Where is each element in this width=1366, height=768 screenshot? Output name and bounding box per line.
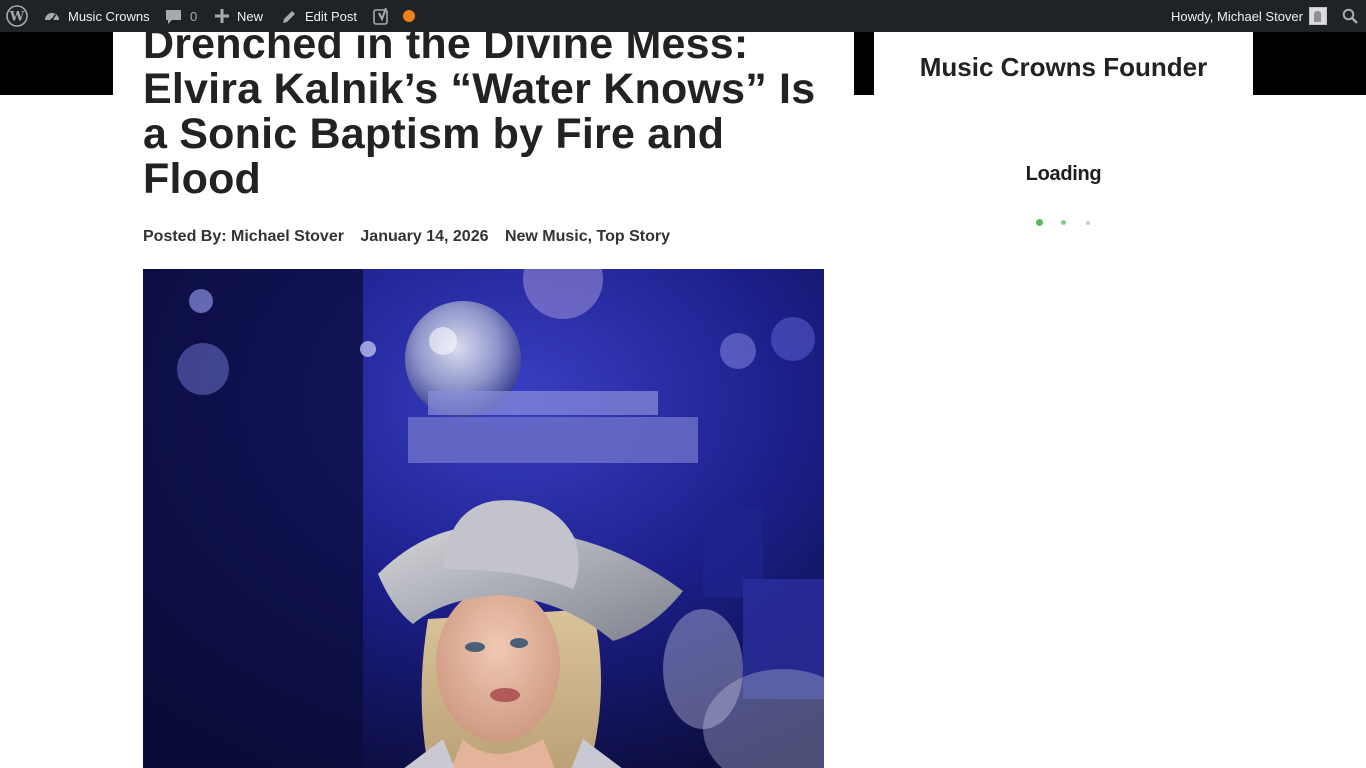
category-link-new-music[interactable]: New Music <box>505 228 588 245</box>
site-name-menu[interactable]: Music Crowns <box>43 0 150 32</box>
wp-logo-menu[interactable]: W <box>6 0 28 32</box>
yoast-icon <box>373 7 392 26</box>
yoast-menu[interactable] <box>373 0 415 32</box>
yoast-status-dot <box>403 10 415 22</box>
post-title: Drenched in the Divine Mess: Elvira Kaln… <box>143 32 816 203</box>
loading-label: Loading <box>1025 163 1102 185</box>
edit-post-link[interactable]: Edit Post <box>282 0 357 32</box>
post-author-link[interactable]: Posted By: Michael Stover <box>143 228 344 245</box>
widget-title: Music Crowns Founder <box>919 52 1208 82</box>
wordpress-icon: W <box>6 5 28 27</box>
new-label: New <box>237 8 264 24</box>
new-content-menu[interactable]: New <box>215 0 263 32</box>
header-band-right <box>1253 32 1366 95</box>
article: Drenched in the Divine Mess: Elvira Kaln… <box>113 32 854 768</box>
post-date: January 14, 2026 <box>360 228 489 245</box>
pencil-icon <box>282 9 297 24</box>
comment-icon <box>165 8 182 25</box>
plus-icon <box>215 9 229 23</box>
edit-post-label: Edit Post <box>305 8 358 24</box>
header-band-middle <box>854 32 874 95</box>
admin-search-button[interactable] <box>1342 0 1358 32</box>
category-link-top-story[interactable]: Top Story <box>597 228 670 245</box>
sidebar: Music Crowns Founder Loading <box>874 35 1253 768</box>
category-separator: , <box>587 228 597 245</box>
dashboard-icon <box>43 7 61 25</box>
howdy-greeting: Howdy, Michael Stover <box>1171 8 1303 24</box>
featured-photo-artwork <box>143 269 824 768</box>
comments-count: 0 <box>190 8 198 24</box>
loading-dot-2 <box>1061 220 1066 225</box>
header-band-left <box>0 32 113 95</box>
avatar <box>1309 7 1327 25</box>
featured-image <box>143 269 824 768</box>
search-icon <box>1342 8 1358 24</box>
loading-dot-3 <box>1086 221 1090 225</box>
admin-bar: W Music Crowns 0 New Edit Post Howdy, Mi… <box>0 0 1366 32</box>
loading-dot-1 <box>1036 219 1043 226</box>
svg-text:W: W <box>9 10 25 25</box>
post-meta: Posted By: Michael Stover January 14, 20… <box>143 228 670 246</box>
my-account-menu[interactable]: Howdy, Michael Stover <box>1171 0 1327 32</box>
comments-menu[interactable]: 0 <box>165 0 197 32</box>
site-name: Music Crowns <box>68 8 150 24</box>
